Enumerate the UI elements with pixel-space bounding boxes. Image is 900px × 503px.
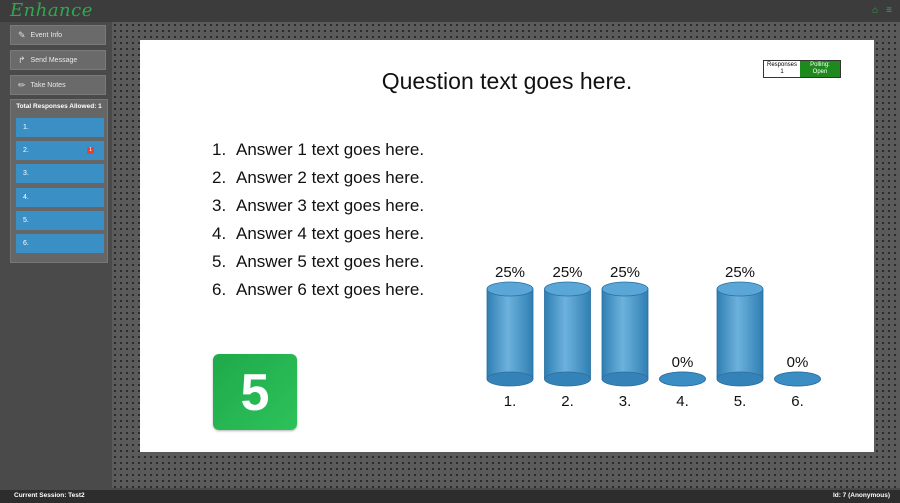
response-option-label: 3. [23, 170, 29, 177]
response-option-3[interactable]: 3. [16, 164, 104, 183]
response-option-label: 1. [23, 124, 29, 131]
chart-bar-5 [716, 281, 764, 387]
home-icon[interactable]: ⌂ [872, 5, 878, 17]
response-option-1[interactable]: 1. [16, 118, 104, 137]
event-info-button[interactable]: ✎ Event Info [10, 25, 106, 45]
chart-bar-4 [659, 371, 706, 387]
send-message-button[interactable]: ↱ Send Message [10, 50, 106, 70]
response-option-label: 5. [23, 217, 29, 224]
question-slide: Question text goes here. Responses 1 Pol… [140, 40, 874, 452]
user-id: Id: 7 (Anonymous) [832, 492, 890, 499]
chart-category-label: 1. [504, 393, 517, 410]
pencil-icon: ✏ [18, 79, 26, 90]
chart-bar-2 [544, 281, 591, 387]
app-logo: Enhance [10, 0, 93, 21]
results-chart: 25% 1. 25% 2. 25% 3. 0% 4. 25% 5. 0% 6. [486, 264, 821, 410]
chart-category-label: 4. [676, 393, 689, 410]
chart-category-label: 5. [734, 393, 747, 410]
chart-value-label: 0% [787, 354, 809, 371]
responses-panel: Total Responses Allowed: 1 1. 2. 1 3. 4.… [10, 99, 108, 263]
response-option-label: 6. [23, 240, 29, 247]
sidebar: ✎ Event Info ↱ Send Message ✏ Take Notes… [8, 22, 110, 487]
chart-value-label: 25% [725, 264, 755, 281]
current-session: Current Session: Test2 [14, 492, 85, 499]
response-count-badge: 1 [87, 147, 94, 154]
chart-category-label: 3. [619, 393, 632, 410]
chart-value-label: 25% [610, 264, 640, 281]
response-option-label: 2. [23, 147, 29, 154]
send-message-label: Send Message [30, 56, 78, 64]
chart-bar-6 [774, 371, 821, 387]
response-option-4[interactable]: 4. [16, 188, 104, 207]
chart-bar-1 [486, 281, 534, 387]
take-notes-label: Take Notes [30, 81, 66, 89]
responses-allowed-title: Total Responses Allowed: 1 [16, 103, 102, 110]
menu-icon[interactable]: ≡ [886, 5, 892, 17]
top-bar: Enhance ⌂ ≡ [0, 0, 900, 22]
chart-category-label: 6. [791, 393, 804, 410]
share-arrow-icon: ↱ [18, 54, 26, 65]
event-info-label: Event Info [30, 31, 63, 39]
chart-value-label: 0% [672, 354, 694, 371]
chart-bar-3 [601, 281, 649, 387]
response-option-6[interactable]: 6. [16, 234, 104, 253]
chart-value-label: 25% [495, 264, 525, 281]
response-option-5[interactable]: 5. [16, 211, 104, 230]
chart-category-label: 2. [561, 393, 574, 410]
status-bar: Current Session: Test2 Id: 7 (Anonymous) [0, 490, 900, 503]
chart-value-label: 25% [552, 264, 582, 281]
edit-icon: ✎ [18, 29, 26, 40]
response-option-label: 4. [23, 194, 29, 201]
response-option-2[interactable]: 2. 1 [16, 141, 104, 160]
take-notes-button[interactable]: ✏ Take Notes [10, 75, 106, 95]
